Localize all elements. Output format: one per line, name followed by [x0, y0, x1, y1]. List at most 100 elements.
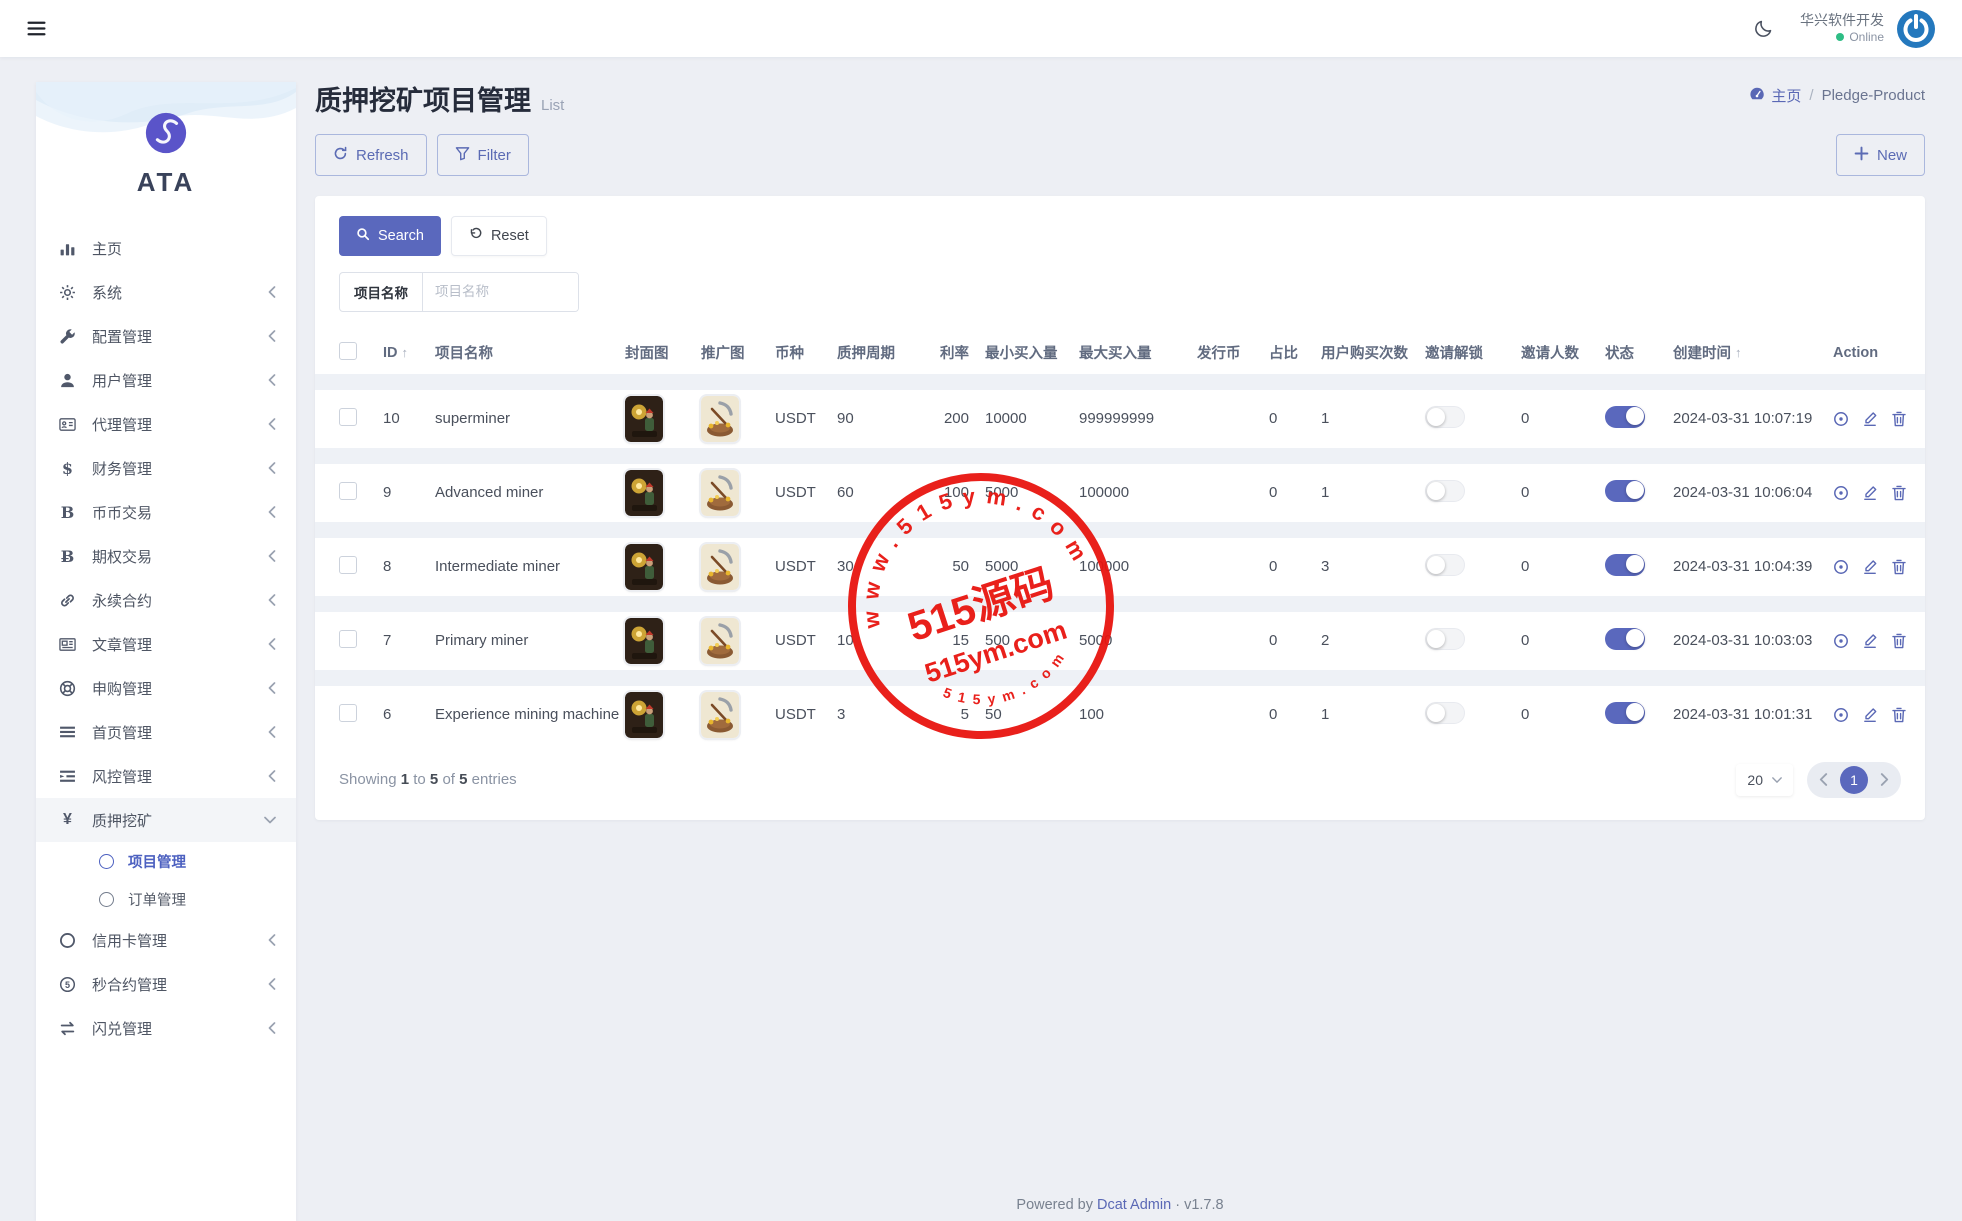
- column-header[interactable]: 创建时间↑: [1673, 342, 1833, 363]
- column-header[interactable]: 状态: [1605, 342, 1673, 363]
- column-header[interactable]: 最小买入量: [985, 342, 1079, 363]
- column-header[interactable]: 邀请人数: [1521, 342, 1605, 363]
- sidebar-item[interactable]: 信用卡管理: [36, 918, 296, 962]
- hamburger-menu-icon[interactable]: [26, 18, 47, 39]
- sidebar-item[interactable]: 风控管理: [36, 754, 296, 798]
- edit-button[interactable]: [1862, 485, 1878, 501]
- search-button[interactable]: Search: [339, 216, 441, 256]
- column-header[interactable]: 利率: [940, 342, 985, 363]
- sidebar-item[interactable]: $财务管理: [36, 446, 296, 490]
- view-button[interactable]: [1833, 633, 1849, 649]
- sidebar-item[interactable]: 闪兑管理: [36, 1006, 296, 1050]
- edit-button[interactable]: [1862, 411, 1878, 427]
- cover-image[interactable]: [625, 470, 701, 516]
- promo-image[interactable]: [701, 470, 775, 516]
- next-page-button[interactable]: [1880, 773, 1889, 786]
- invite-unlock-toggle[interactable]: [1425, 554, 1465, 576]
- sidebar-item[interactable]: 5秒合约管理: [36, 962, 296, 1006]
- dark-mode-moon-icon[interactable]: [1753, 18, 1774, 39]
- column-header[interactable]: ID↑: [383, 345, 435, 361]
- breadcrumb-home[interactable]: 主页: [1749, 85, 1801, 106]
- row-checkbox[interactable]: [339, 482, 357, 500]
- delete-button[interactable]: [1891, 411, 1907, 427]
- cover-image[interactable]: [625, 544, 701, 590]
- view-button[interactable]: [1833, 485, 1849, 501]
- column-header[interactable]: Action: [1833, 345, 1901, 361]
- page-size-select[interactable]: 20: [1736, 764, 1793, 796]
- cover-image[interactable]: [625, 396, 701, 442]
- cell-project-name: Intermediate miner: [435, 558, 625, 575]
- invite-unlock-toggle[interactable]: [1425, 702, 1465, 724]
- cover-image[interactable]: [625, 618, 701, 664]
- delete-button[interactable]: [1891, 633, 1907, 649]
- promo-image[interactable]: [701, 618, 775, 664]
- sidebar-item[interactable]: 永续合约: [36, 578, 296, 622]
- sidebar-subitem[interactable]: 订单管理: [36, 880, 296, 918]
- promo-image[interactable]: [701, 544, 775, 590]
- sidebar-item[interactable]: Ƀ期权交易: [36, 534, 296, 578]
- sidebar-item[interactable]: 代理管理: [36, 402, 296, 446]
- column-header[interactable]: 用户购买次数: [1321, 342, 1425, 363]
- view-button[interactable]: [1833, 559, 1849, 575]
- edit-button[interactable]: [1862, 633, 1878, 649]
- new-button[interactable]: New: [1836, 134, 1925, 176]
- row-checkbox[interactable]: [339, 630, 357, 648]
- status-toggle[interactable]: [1605, 554, 1645, 576]
- user-menu[interactable]: 华兴软件开发 Online: [1800, 9, 1936, 49]
- current-page-button[interactable]: 1: [1840, 766, 1868, 794]
- prev-page-button[interactable]: [1819, 773, 1828, 786]
- row-checkbox[interactable]: [339, 704, 357, 722]
- sidebar-item[interactable]: B币币交易: [36, 490, 296, 534]
- column-header[interactable]: 质押周期: [837, 342, 919, 363]
- select-all-checkbox[interactable]: [339, 342, 357, 360]
- column-header[interactable]: 邀请解锁: [1425, 342, 1521, 363]
- invite-unlock-toggle[interactable]: [1425, 406, 1465, 428]
- filter-icon: [455, 146, 470, 164]
- sidebar-item[interactable]: 配置管理: [36, 314, 296, 358]
- sort-arrow-icon[interactable]: ↑: [1735, 345, 1742, 360]
- status-toggle[interactable]: [1605, 406, 1645, 428]
- edit-button[interactable]: [1862, 707, 1878, 723]
- invite-unlock-toggle[interactable]: [1425, 628, 1465, 650]
- sidebar-item[interactable]: 申购管理: [36, 666, 296, 710]
- reset-button[interactable]: Reset: [451, 216, 547, 256]
- delete-button[interactable]: [1891, 559, 1907, 575]
- status-toggle[interactable]: [1605, 480, 1645, 502]
- view-button[interactable]: [1833, 707, 1849, 723]
- column-header[interactable]: 占比: [1269, 342, 1321, 363]
- edit-button[interactable]: [1862, 559, 1878, 575]
- delete-button[interactable]: [1891, 485, 1907, 501]
- sidebar-item[interactable]: ¥质押挖矿: [36, 798, 296, 842]
- view-button[interactable]: [1833, 411, 1849, 427]
- table-header-row: ID↑项目名称封面图推广图币种质押周期利率最小买入量最大买入量发行币占比用户购买…: [315, 332, 1925, 374]
- column-header[interactable]: 推广图: [701, 342, 775, 363]
- row-checkbox[interactable]: [339, 556, 357, 574]
- sidebar-item[interactable]: 主页: [36, 226, 296, 270]
- column-header[interactable]: 项目名称: [435, 342, 625, 363]
- dcat-admin-link[interactable]: Dcat Admin: [1097, 1197, 1171, 1213]
- cover-image[interactable]: [625, 692, 701, 738]
- status-toggle[interactable]: [1605, 628, 1645, 650]
- sidebar-item[interactable]: 用户管理: [36, 358, 296, 402]
- sidebar-item[interactable]: 首页管理: [36, 710, 296, 754]
- filter-button[interactable]: Filter: [437, 134, 529, 176]
- sort-arrow-icon[interactable]: ↑: [402, 345, 409, 360]
- sidebar-item[interactable]: 系统: [36, 270, 296, 314]
- column-header[interactable]: 封面图: [625, 342, 701, 363]
- promo-image[interactable]: [701, 396, 775, 442]
- column-header[interactable]: 发行币: [1197, 342, 1269, 363]
- refresh-button[interactable]: Refresh: [315, 134, 427, 176]
- invite-unlock-toggle[interactable]: [1425, 480, 1465, 502]
- sidebar-subitem-label: 订单管理: [128, 889, 186, 910]
- project-name-input[interactable]: [423, 273, 578, 311]
- avatar[interactable]: [1896, 9, 1936, 49]
- sidebar-item[interactable]: 文章管理: [36, 622, 296, 666]
- status-toggle[interactable]: [1605, 702, 1645, 724]
- row-checkbox[interactable]: [339, 408, 357, 426]
- column-header[interactable]: 币种: [775, 342, 837, 363]
- promo-image[interactable]: [701, 692, 775, 738]
- delete-button[interactable]: [1891, 707, 1907, 723]
- cell-project-name: Experience mining machine: [435, 706, 625, 723]
- sidebar-subitem[interactable]: 项目管理: [36, 842, 296, 880]
- column-header[interactable]: 最大买入量: [1079, 342, 1197, 363]
